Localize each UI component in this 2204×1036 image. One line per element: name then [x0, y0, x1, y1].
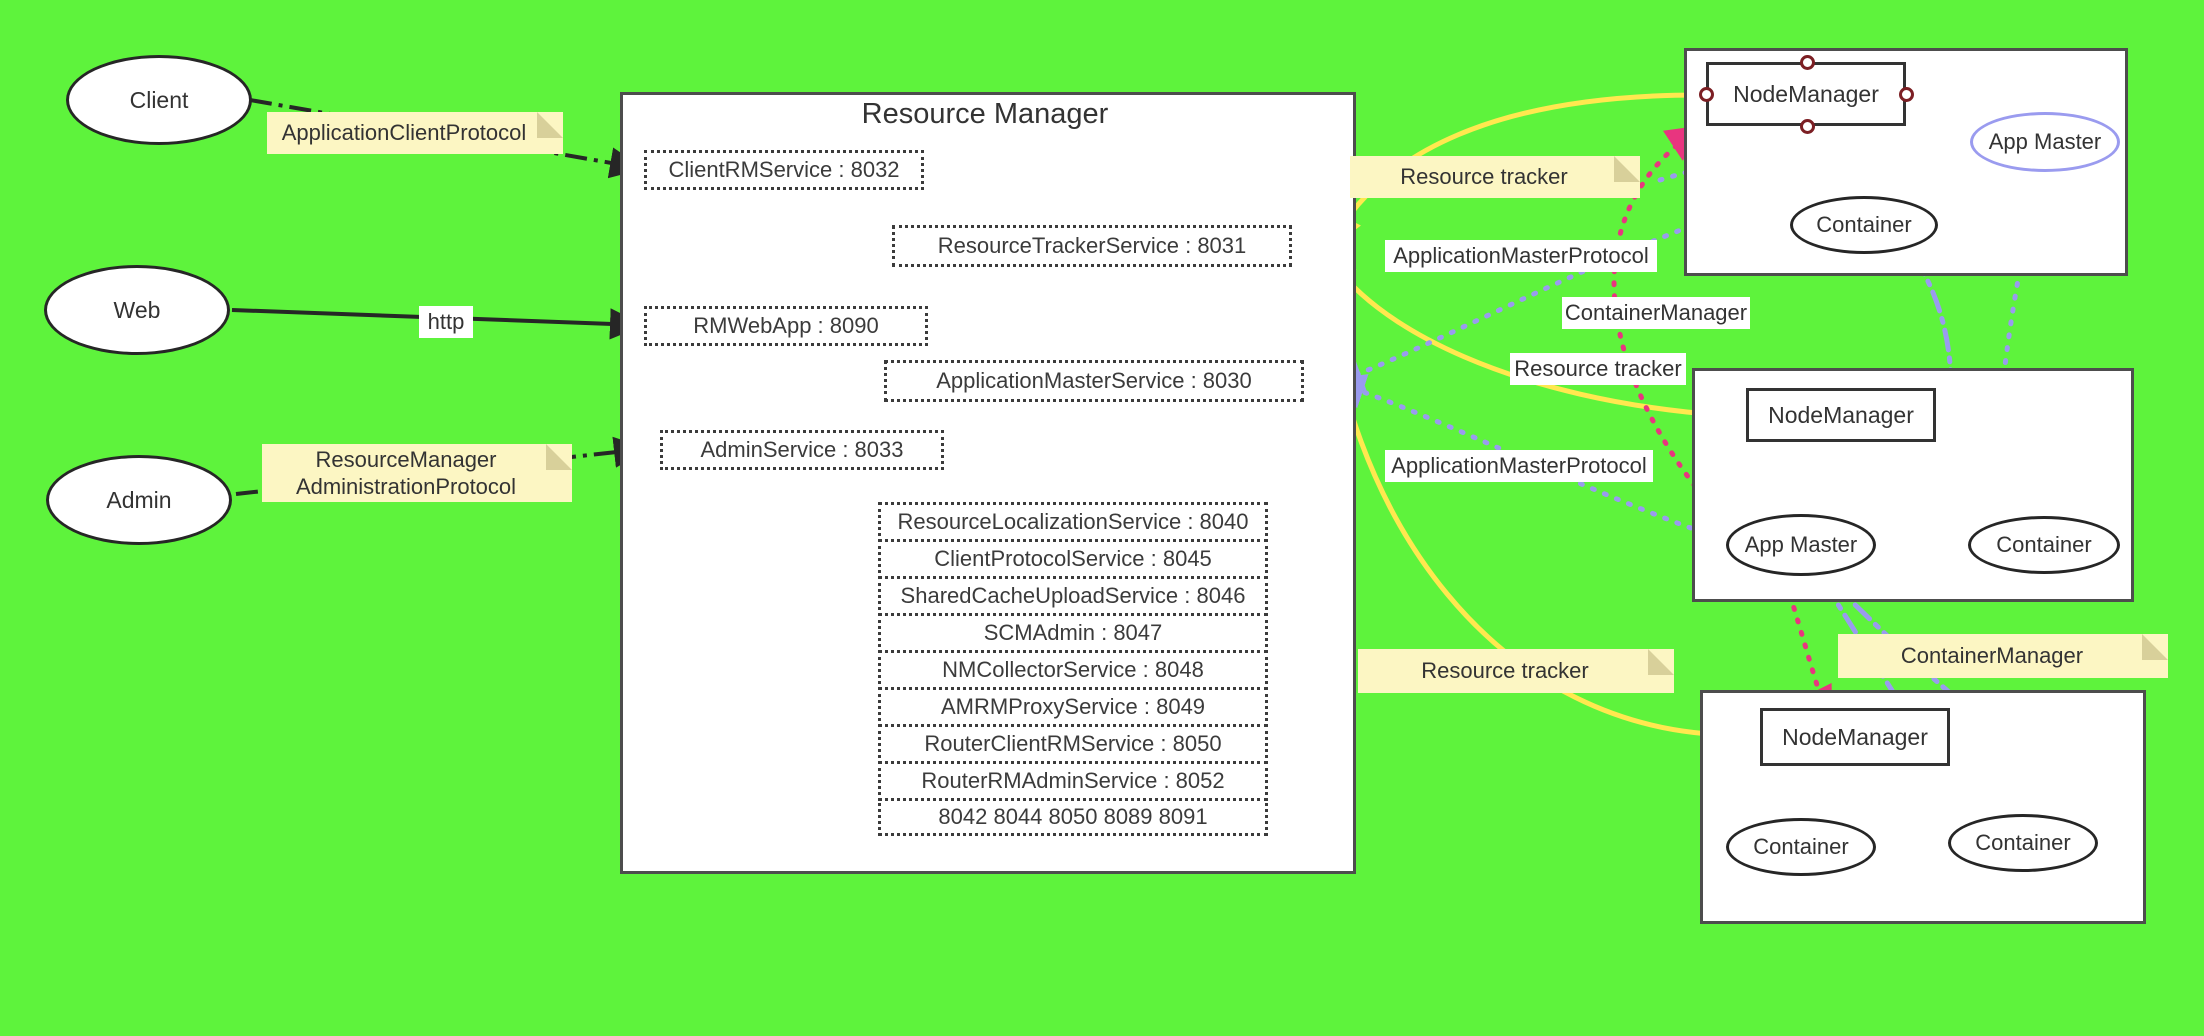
- note-resource-tracker-bottom: Resource tracker: [1358, 649, 1674, 693]
- service-rm-web-app[interactable]: RMWebApp : 8090: [644, 306, 928, 346]
- cluster-bottom-container-left[interactable]: Container: [1726, 818, 1876, 876]
- port-circle-top-right[interactable]: [1899, 87, 1914, 102]
- actor-admin[interactable]: Admin: [46, 455, 232, 545]
- service-admin-service[interactable]: AdminService : 8033: [660, 430, 944, 470]
- service-resource-localization-service[interactable]: ResourceLocalizationService : 8040: [878, 502, 1268, 542]
- note-resource-tracker-top: Resource tracker: [1350, 156, 1640, 198]
- cluster-top-app-master[interactable]: App Master: [1970, 112, 2120, 172]
- resource-manager-title: Resource Manager: [861, 98, 1109, 130]
- port-circle-top-center[interactable]: [1800, 55, 1815, 70]
- port-circle-top-bottom[interactable]: [1800, 119, 1815, 134]
- actor-client-label: Client: [129, 86, 189, 113]
- edge-label-resource-tracker-mid: Resource tracker: [1510, 353, 1686, 385]
- edge-label-http: http: [419, 306, 473, 338]
- actor-admin-label: Admin: [106, 486, 172, 513]
- note-application-client-protocol: ApplicationClientProtocol: [267, 112, 563, 154]
- actor-web[interactable]: Web: [44, 265, 230, 355]
- edge-label-application-master-protocol-top: ApplicationMasterProtocol: [1385, 240, 1657, 272]
- actor-client[interactable]: Client: [66, 55, 252, 145]
- cluster-top-node-manager[interactable]: NodeManager: [1706, 62, 1906, 126]
- service-application-master-service[interactable]: ApplicationMasterService : 8030: [884, 360, 1304, 402]
- cluster-top-container[interactable]: Container: [1790, 196, 1938, 254]
- service-scm-admin[interactable]: SCMAdmin : 8047: [878, 613, 1268, 653]
- note-container-manager-bottom: ContainerManager: [1838, 634, 2168, 678]
- service-router-client-rm-service[interactable]: RouterClientRMService : 8050: [878, 724, 1268, 764]
- service-client-protocol-service[interactable]: ClientProtocolService : 8045: [878, 539, 1268, 579]
- actor-web-label: Web: [113, 296, 161, 323]
- service-client-rm-service[interactable]: ClientRMService : 8032: [644, 150, 924, 190]
- cluster-bottom-node-manager[interactable]: NodeManager: [1760, 708, 1950, 766]
- cluster-middle-container[interactable]: Container: [1968, 516, 2120, 574]
- edge-label-application-master-protocol-mid: ApplicationMasterProtocol: [1385, 450, 1653, 482]
- service-amrm-proxy-service[interactable]: AMRMProxyService : 8049: [878, 687, 1268, 727]
- service-resource-tracker-service[interactable]: ResourceTrackerService : 8031: [892, 225, 1292, 267]
- cluster-middle-app-master[interactable]: App Master: [1726, 514, 1876, 576]
- service-extra-ports[interactable]: 8042 8044 8050 8089 8091: [878, 798, 1268, 836]
- cluster-middle-node-manager[interactable]: NodeManager: [1746, 388, 1936, 442]
- stacked-service-list: ResourceLocalizationService : 8040 Clien…: [878, 502, 1268, 860]
- cluster-bottom-container-right[interactable]: Container: [1948, 814, 2098, 872]
- service-router-rm-admin-service[interactable]: RouterRMAdminService : 8052: [878, 761, 1268, 801]
- port-circle-top-left[interactable]: [1699, 87, 1714, 102]
- note-resource-manager-administration-protocol: ResourceManager AdministrationProtocol: [262, 444, 572, 502]
- service-nm-collector-service[interactable]: NMCollectorService : 8048: [878, 650, 1268, 690]
- diagram-canvas: Client Web Admin Resource Manager Client…: [0, 0, 2204, 1036]
- service-shared-cache-upload-service[interactable]: SharedCacheUploadService : 8046: [878, 576, 1268, 616]
- edge-label-container-manager-top: ContainerManager: [1562, 297, 1750, 329]
